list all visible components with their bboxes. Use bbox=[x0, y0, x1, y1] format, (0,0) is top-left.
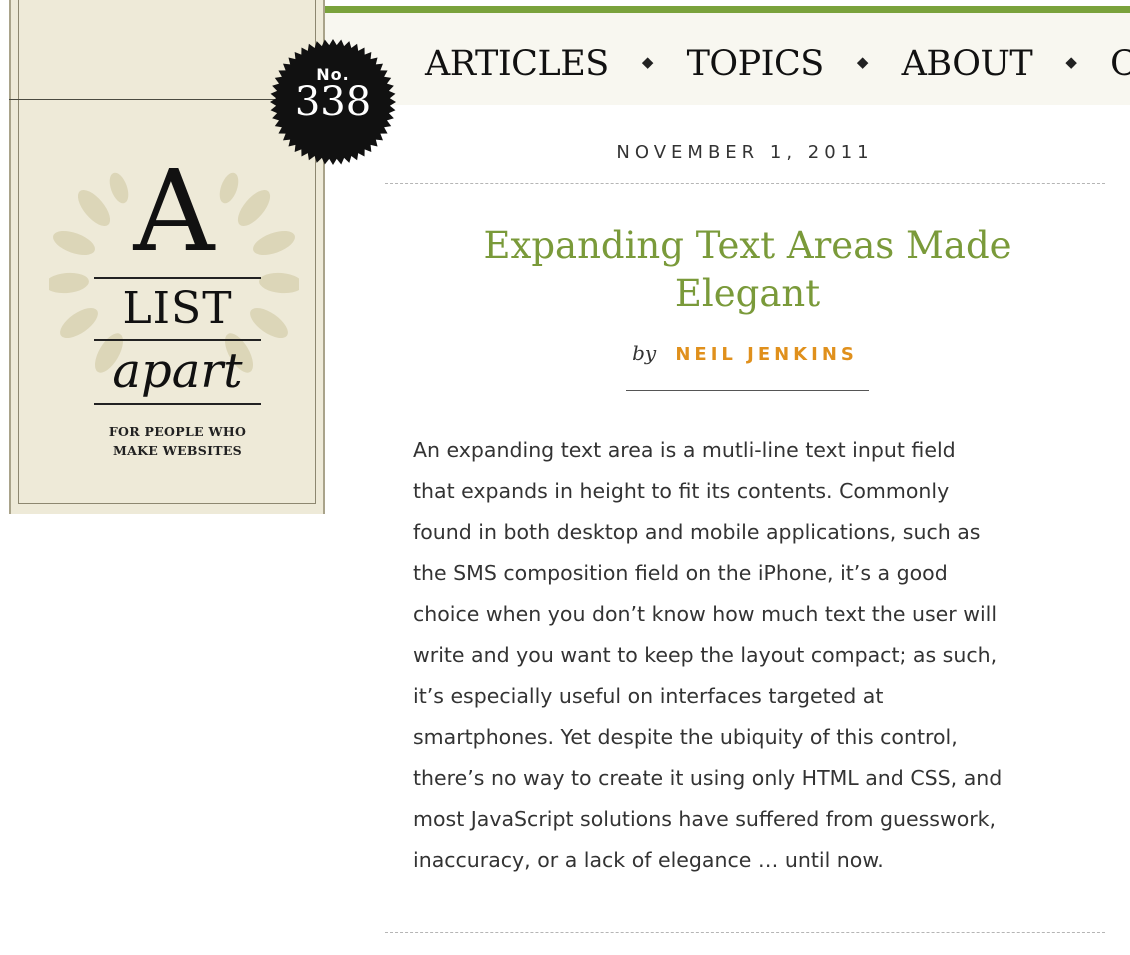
main-nav: ARTICLES ◆ TOPICS ◆ ABOUT ◆ C bbox=[425, 42, 1130, 86]
intro-line: the SMS composition field on the iPhone,… bbox=[413, 561, 948, 585]
intro-line: that expands in height to fit its conten… bbox=[413, 479, 950, 503]
logo-rule bbox=[94, 277, 261, 279]
logo-word-apart: apart bbox=[112, 343, 243, 399]
intro-line: there’s no way to create it using only H… bbox=[413, 766, 1003, 790]
article-date: NOVEMBER 1, 2011 bbox=[616, 142, 874, 163]
nav-separator-icon: ◆ bbox=[856, 52, 869, 71]
byline-rule bbox=[626, 390, 869, 391]
byline-prefix: by bbox=[632, 341, 657, 365]
nav-item-articles[interactable]: ARTICLES bbox=[425, 44, 609, 84]
tagline-line-2: MAKE WEBSITES bbox=[112, 443, 243, 458]
nav-item-about[interactable]: ABOUT bbox=[902, 44, 1033, 84]
nav-separator-icon: ◆ bbox=[1065, 52, 1077, 71]
logo-divider bbox=[9, 99, 309, 100]
logo-rule bbox=[94, 339, 261, 341]
issue-badge[interactable]: No. 338 bbox=[268, 37, 398, 167]
dotted-divider bbox=[385, 183, 1105, 184]
nav-item-topics[interactable]: TOPICS bbox=[687, 44, 825, 84]
top-accent-bar bbox=[325, 6, 1130, 13]
intro-line: choice when you don’t know how much text… bbox=[413, 602, 998, 626]
nav-separator-icon: ◆ bbox=[641, 52, 654, 71]
logo-rule bbox=[94, 403, 261, 405]
intro-line: An expanding text area is a mutli-line t… bbox=[413, 438, 956, 462]
intro-line: found in both desktop and mobile applica… bbox=[413, 520, 981, 544]
byline: by NEIL JENKINS bbox=[385, 341, 1105, 365]
intro-line: it’s especially useful on interfaces tar… bbox=[413, 684, 884, 708]
intro-line: inaccuracy, or a lack of elegance … unti… bbox=[413, 848, 884, 872]
logo-tagline: FOR PEOPLE WHO MAKE WEBSITES bbox=[89, 422, 266, 460]
tagline-line-1: FOR PEOPLE WHO bbox=[108, 424, 247, 439]
logo-letter: A bbox=[133, 147, 215, 277]
title-line-2: Elegant bbox=[674, 272, 821, 315]
intro-line: smartphones. Yet despite the ubiquity of… bbox=[413, 725, 958, 749]
intro-line: most JavaScript solutions have suffered … bbox=[413, 807, 997, 831]
logo-word-list: LIST bbox=[122, 283, 233, 334]
author-link[interactable]: NEIL JENKINS bbox=[675, 344, 858, 365]
title-line-1: Expanding Text Areas Made bbox=[483, 224, 1012, 267]
article-title[interactable]: Expanding Text Areas Made Elegant bbox=[410, 222, 1085, 318]
logo-border bbox=[9, 0, 11, 514]
dotted-divider bbox=[385, 932, 1105, 933]
nav-item-contact[interactable]: C bbox=[1110, 44, 1130, 84]
intro-line: write and you want to keep the layout co… bbox=[413, 643, 998, 667]
article-intro: An expanding text area is a mutli-line t… bbox=[413, 430, 1103, 881]
issue-number: 338 bbox=[294, 79, 372, 125]
